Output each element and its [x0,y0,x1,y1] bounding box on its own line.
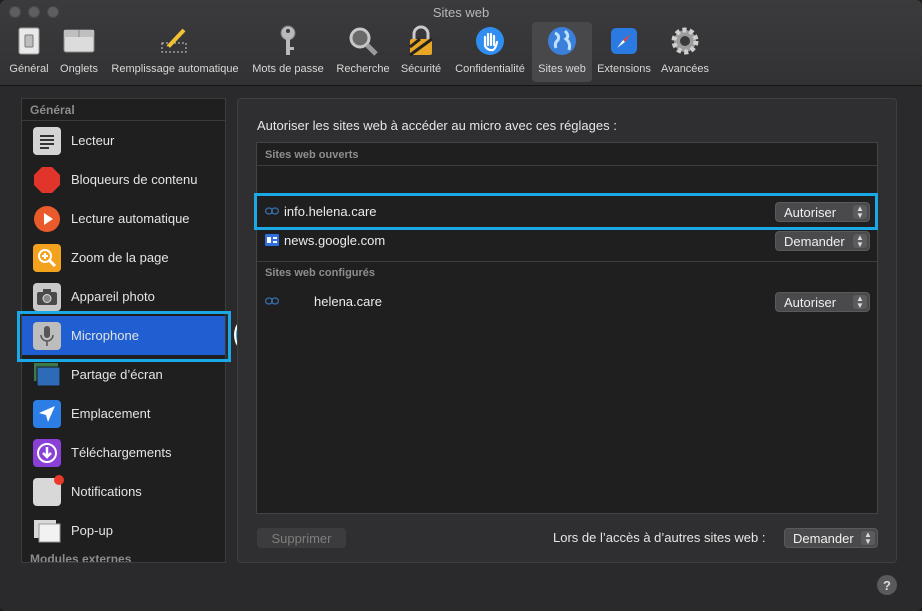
toolbar-label: Général [9,63,49,75]
preferences-window: Sites web Général Onglets Remplissage au… [0,0,922,611]
google-news-icon [264,233,280,247]
chevron-updown-icon: ▲ ▼ [853,234,867,249]
chevron-updown-icon: ▲ ▼ [853,295,867,310]
reader-icon [33,126,61,155]
toolbar-label: Sécurité [400,63,442,75]
pane-title: Autoriser les sites web à accéder au mic… [257,118,617,133]
popup-icon [33,517,61,545]
toolbar-privacy[interactable]: Confidentialité [449,22,531,82]
notifications-icon [33,474,64,506]
screen-share-icon [33,361,61,389]
globe-icon [545,24,579,58]
sidebar-item-downloads[interactable]: Téléchargements [22,433,225,472]
permission-value: Demander [784,233,845,249]
toolbar-passwords[interactable]: Mots de passe [248,22,328,82]
open-sites-header: Sites web ouverts [265,149,359,161]
location-icon [33,399,61,428]
toolbar-label: Remplissage automatique [111,63,239,75]
toolbar-advanced[interactable]: Avancées [658,22,712,82]
zoom-icon [33,243,61,272]
toolbar-label: Avancées [660,63,710,75]
camera-icon [33,282,61,311]
gear-icon [668,24,702,58]
sidebar-item-label: Pop-up [71,523,113,538]
toolbar-label: Mots de passe [252,63,324,75]
help-button[interactable]: ? [877,575,897,595]
sidebar-footer-header: Modules externes [30,552,132,563]
sidebar-item-label: Téléchargements [71,445,172,460]
permission-select[interactable]: Demander ▲ ▼ [775,231,870,251]
sidebar-item-label: Lecteur [71,133,115,148]
title-bar: Sites web Général Onglets Remplissage au… [0,0,922,86]
sidebar-item-label: Notifications [71,484,142,499]
sidebar-item-label: Bloqueurs de contenu [71,172,198,187]
sidebar-item-notifications[interactable]: Notifications [22,472,225,511]
other-sites-value: Demander [793,530,854,546]
site-name: news.google.com [284,232,386,248]
configured-sites-header: Sites web configurés [265,267,376,279]
sidebar-item-label: Lecture automatique [71,211,190,226]
stop-sign-icon [33,166,61,194]
download-icon [33,438,61,467]
chevron-updown-icon: ▲ ▼ [861,531,875,546]
sidebar-item-content-blockers[interactable]: Bloqueurs de contenu [22,160,225,199]
divider [257,165,877,166]
other-sites-select[interactable]: Demander ▲ ▼ [784,528,878,548]
remove-button[interactable]: Supprimer [257,528,346,548]
toolbar-label: Sites web [538,63,586,75]
divider [257,261,877,262]
toolbar-tabs[interactable]: Onglets [56,22,102,82]
window-title: Sites web [432,5,490,20]
sidebar-item-location[interactable]: Emplacement [22,394,225,433]
toolbar-general[interactable]: Général [5,22,53,82]
toolbar-label: Extensions [597,63,651,75]
toolbar-websites[interactable]: Sites web [532,22,592,82]
sidebar-item-popup[interactable]: Pop-up [22,511,225,550]
toolbar-security[interactable]: Sécurité [396,22,446,82]
toolbar-extensions[interactable]: Extensions [593,22,655,82]
site-row-highlight-frame [254,193,878,230]
toolbar-label: Confidentialité [455,63,525,75]
play-icon [33,205,61,233]
extensions-compass-icon [607,24,641,58]
autofill-pencil-icon [158,24,192,58]
magnifier-icon [346,24,380,58]
toolbar-label: Recherche [336,63,390,75]
sidebar-item-label: Emplacement [71,406,151,421]
toolbar-search[interactable]: Recherche [332,22,394,82]
sidebar-item-label: Appareil photo [71,289,155,304]
site-name: helena.care [314,293,382,309]
microphone-highlight-frame [17,311,231,362]
sidebar-item-label: Zoom de la page [71,250,169,265]
other-sites-label: Lors de l’accès à d’autres sites web : [553,530,766,545]
sidebar-item-autoplay[interactable]: Lecture automatique [22,199,225,238]
padlock-icon [404,24,438,58]
link-icon [264,294,280,308]
key-icon [271,24,305,58]
sidebar-item-label: Partage d’écran [71,367,163,382]
toolbar-autofill[interactable]: Remplissage automatique [105,22,245,82]
privacy-hand-icon [473,24,507,58]
general-switch-icon [12,24,46,58]
permission-select[interactable]: Autoriser ▲ ▼ [775,292,870,312]
permission-value: Autoriser [784,294,837,310]
sidebar-item-reader[interactable]: Lecteur [22,121,225,160]
sidebar-header: Général [30,103,75,117]
sidebar-item-page-zoom[interactable]: Zoom de la page [22,238,225,277]
toolbar-label: Onglets [60,63,98,75]
tabs-icon [62,24,96,58]
